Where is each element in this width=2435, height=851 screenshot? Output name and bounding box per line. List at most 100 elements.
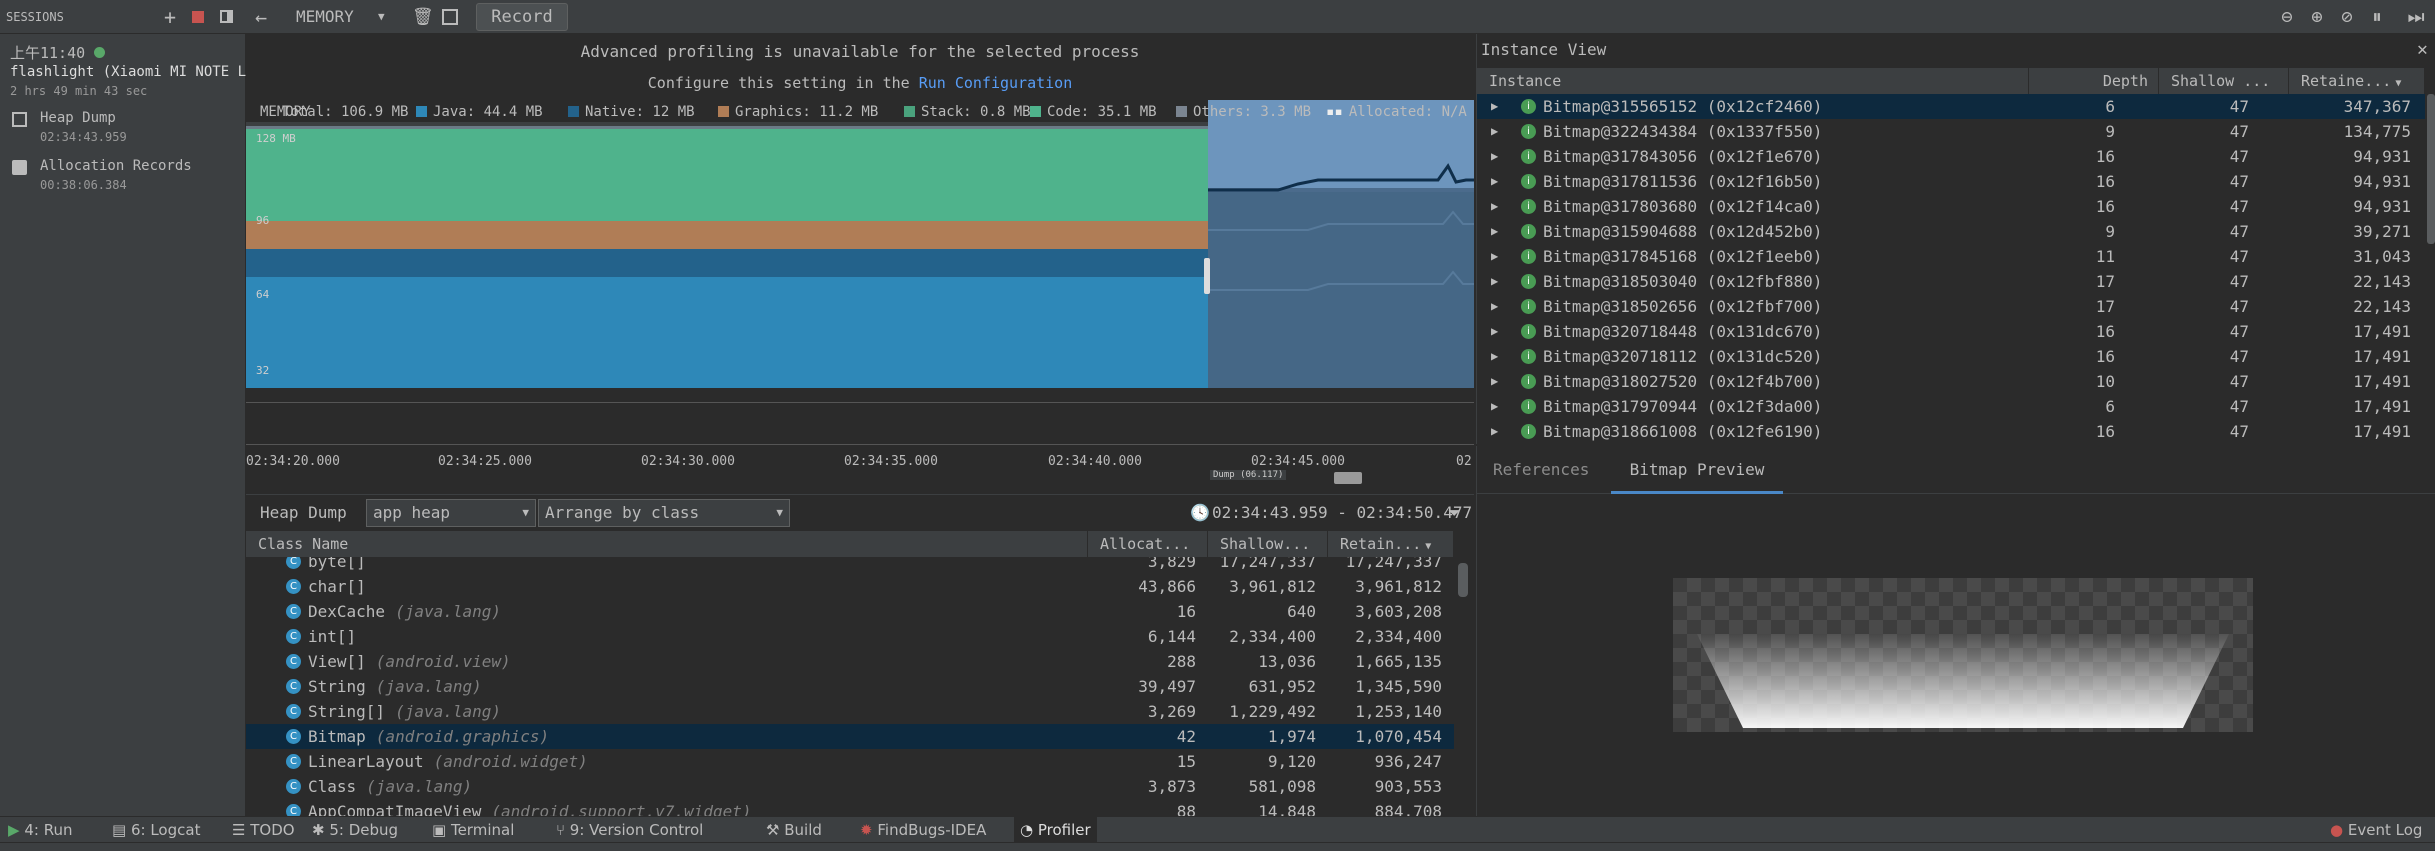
alloc-count: 43,866: [1138, 577, 1196, 596]
pause-icon[interactable]: ⏸: [2366, 0, 2388, 34]
instance-row[interactable]: ▶ i Bitmap@317803680 (0x12f14ca0) 16 47 94,93…: [1477, 194, 2425, 219]
tool-todo[interactable]: ☰ TODO: [232, 817, 295, 843]
class-icon: C: [286, 654, 301, 669]
expand-triangle-icon[interactable]: ▶: [1491, 219, 1498, 244]
instance-row[interactable]: ▶ i Bitmap@315904688 (0x12d452b0) 9 47 39,271: [1477, 219, 2425, 244]
expand-triangle-icon[interactable]: ▶: [1491, 369, 1498, 394]
legend-java: Java: 44.4 MB: [416, 104, 543, 120]
class-table[interactable]: Class Name Allocat... Shallow... Retain.…: [246, 531, 1474, 816]
profiler-mode-dropdown[interactable]: MEMORY: [296, 0, 354, 34]
allocation-records-icon: [12, 160, 27, 175]
chevron-down-icon[interactable]: ▼: [378, 0, 385, 34]
expand-triangle-icon[interactable]: ▶: [1491, 169, 1498, 194]
instance-retained: 94,931: [2353, 172, 2411, 191]
tab-references[interactable]: References: [1493, 446, 1589, 494]
tool-logcat[interactable]: ▤ 6: Logcat: [112, 817, 200, 843]
expand-triangle-icon[interactable]: ▶: [1491, 344, 1498, 369]
expand-triangle-icon[interactable]: ▶: [1491, 319, 1498, 344]
expand-triangle-icon[interactable]: ▶: [1491, 244, 1498, 269]
capture-heap-dump-icon[interactable]: [442, 0, 460, 34]
table-row[interactable]: C Bitmap (android.graphics) 42 1,974 1,070,45…: [246, 724, 1454, 749]
filter-icon[interactable]: ⏷: [1448, 495, 1461, 531]
tool-profiler[interactable]: ◔ Profiler: [1014, 817, 1097, 843]
instance-row[interactable]: ▶ i Bitmap@317811536 (0x12f16b50) 16 47 94,93…: [1477, 169, 2425, 194]
class-icon: C: [286, 729, 301, 744]
arrange-select[interactable]: Arrange by class ▼: [538, 499, 790, 527]
expand-triangle-icon[interactable]: ▶: [1491, 194, 1498, 219]
expand-triangle-icon[interactable]: ▶: [1491, 419, 1498, 444]
instance-row[interactable]: ▶ i Bitmap@317970944 (0x12f3da00) 6 47 17,491: [1477, 394, 2425, 419]
tab-bitmap-preview[interactable]: Bitmap Preview: [1611, 446, 1783, 494]
table-row[interactable]: Cint[] 6,144 2,334,400 2,334,400: [246, 624, 1454, 649]
allocation-records-artifact[interactable]: Allocation Records 00:38:06.384: [0, 156, 246, 202]
table-row[interactable]: C String (java.lang) 39,497 631,952 1,345,590: [246, 674, 1454, 699]
column-retained-size[interactable]: Retain... ▼: [1328, 531, 1454, 557]
session-entry[interactable]: 上午11:40: [10, 42, 106, 63]
column-allocations[interactable]: Allocat...: [1088, 531, 1208, 557]
instance-row[interactable]: ▶ i Bitmap@318503040 (0x12fbf880) 17 47 22,14…: [1477, 269, 2425, 294]
column-shallow-size[interactable]: Shallow...: [1208, 531, 1328, 557]
range-handle-left[interactable]: [1204, 258, 1210, 294]
memory-timeline[interactable]: Advanced profiling is unavailable for th…: [246, 34, 1474, 484]
tool-findbugs[interactable]: ✹ FindBugs-IDEA: [860, 817, 986, 843]
jump-to-live-icon[interactable]: ⏭: [2405, 0, 2427, 34]
instance-icon: i: [1521, 399, 1536, 414]
expand-triangle-icon[interactable]: ▶: [1491, 119, 1498, 144]
tool-debug[interactable]: ✱ 5: Debug: [312, 817, 398, 843]
column-depth[interactable]: Depth: [2029, 68, 2159, 94]
instance-row[interactable]: ▶ i Bitmap@317843056 (0x12f1e670) 16 47 94,93…: [1477, 144, 2425, 169]
expand-triangle-icon[interactable]: ▶: [1491, 394, 1498, 419]
tool-event-log[interactable]: ● Event Log: [2330, 817, 2422, 843]
timeline-scrollbar-thumb[interactable]: [1334, 472, 1362, 484]
vertical-scrollbar[interactable]: [1454, 531, 1474, 816]
reset-zoom-icon[interactable]: ⊘: [2336, 0, 2358, 34]
column-instance[interactable]: Instance: [1477, 68, 2029, 94]
instance-row[interactable]: ▶ i Bitmap@318027520 (0x12f4b700) 10 47 17,49…: [1477, 369, 2425, 394]
instance-row[interactable]: ▶ i Bitmap@318502656 (0x12fbf700) 17 47 22,14…: [1477, 294, 2425, 319]
heap-select[interactable]: app heap ▼: [366, 499, 536, 527]
close-icon[interactable]: ✕: [2417, 34, 2428, 66]
expand-triangle-icon[interactable]: ▶: [1491, 94, 1498, 119]
x-tick: 02:34:40.000: [1048, 454, 1142, 469]
profiler-icon: ◔: [1020, 821, 1034, 839]
column-retained[interactable]: Retaine... ▼: [2289, 68, 2425, 94]
table-row[interactable]: Cchar[] 43,866 3,961,812 3,961,812: [246, 574, 1454, 599]
stop-session-icon[interactable]: [192, 0, 206, 34]
add-session-icon[interactable]: +: [160, 0, 180, 34]
expand-triangle-icon[interactable]: ▶: [1491, 269, 1498, 294]
table-row[interactable]: C DexCache (java.lang) 16 640 3,603,208: [246, 599, 1454, 624]
zoom-out-icon[interactable]: ⊖: [2276, 0, 2298, 34]
scrollbar-thumb[interactable]: [1458, 563, 1468, 597]
back-arrow-icon[interactable]: ←: [250, 0, 272, 34]
expand-triangle-icon[interactable]: ▶: [1491, 294, 1498, 319]
column-shallow[interactable]: Shallow ...: [2159, 68, 2289, 94]
instance-row[interactable]: ▶ i Bitmap@315565152 (0x12cf2460) 6 47 347,36…: [1477, 94, 2425, 119]
table-row[interactable]: C View[] (android.view) 288 13,036 1,665,135: [246, 649, 1454, 674]
table-row[interactable]: C LinearLayout (android.widget) 15 9,120 936,…: [246, 749, 1454, 774]
tool-build[interactable]: ⚒ Build: [766, 817, 822, 843]
column-class-name[interactable]: Class Name: [246, 531, 1088, 557]
instance-row[interactable]: ▶ i Bitmap@320718448 (0x131dc670) 16 47 17,49…: [1477, 319, 2425, 344]
instance-row[interactable]: ▶ i Bitmap@320718112 (0x131dc520) 16 47 17,49…: [1477, 344, 2425, 369]
tool-version-control[interactable]: ⑂ 9: Version Control: [556, 817, 703, 843]
selection-range[interactable]: Dump (06.117): [1204, 100, 1474, 480]
zoom-in-icon[interactable]: ⊕: [2306, 0, 2328, 34]
collapse-panel-icon[interactable]: [220, 0, 236, 34]
record-button[interactable]: Record: [476, 3, 568, 31]
heap-dump-artifact[interactable]: Heap Dump 02:34:43.959: [0, 108, 246, 154]
trash-icon[interactable]: 🗑: [412, 0, 434, 34]
table-row[interactable]: C String[] (java.lang) 3,269 1,229,492 1,253,…: [246, 699, 1454, 724]
run-configuration-link[interactable]: Run Configuration: [919, 74, 1073, 92]
instance-row[interactable]: ▶ i Bitmap@317845168 (0x12f1eeb0) 11 47 31,04…: [1477, 244, 2425, 269]
tool-run[interactable]: ▶ 4: Run: [8, 817, 72, 843]
tool-window-bar: ▶ 4: Run ▤ 6: Logcat ☰ TODO ✱ 5: Debug ▣…: [0, 816, 2435, 843]
tool-terminal[interactable]: ▣ Terminal: [432, 817, 514, 843]
instance-row[interactable]: ▶ i Bitmap@322434384 (0x1337f550) 9 47 134,77…: [1477, 119, 2425, 144]
table-row[interactable]: Cbyte[] 3,829 17,247,337 17,247,337: [246, 557, 1454, 574]
table-row[interactable]: C AppCompatImageView (android.support.v7.w…: [246, 799, 1454, 816]
expand-triangle-icon[interactable]: ▶: [1491, 144, 1498, 169]
instance-name: Bitmap@315565152 (0x12cf2460): [1543, 97, 1823, 116]
table-row[interactable]: C Class (java.lang) 3,873 581,098 903,553: [246, 774, 1454, 799]
instance-scrollbar-thumb[interactable]: [2427, 94, 2435, 244]
instance-row[interactable]: ▶ i Bitmap@318661008 (0x12fe6190) 16 47 17,49…: [1477, 419, 2425, 444]
